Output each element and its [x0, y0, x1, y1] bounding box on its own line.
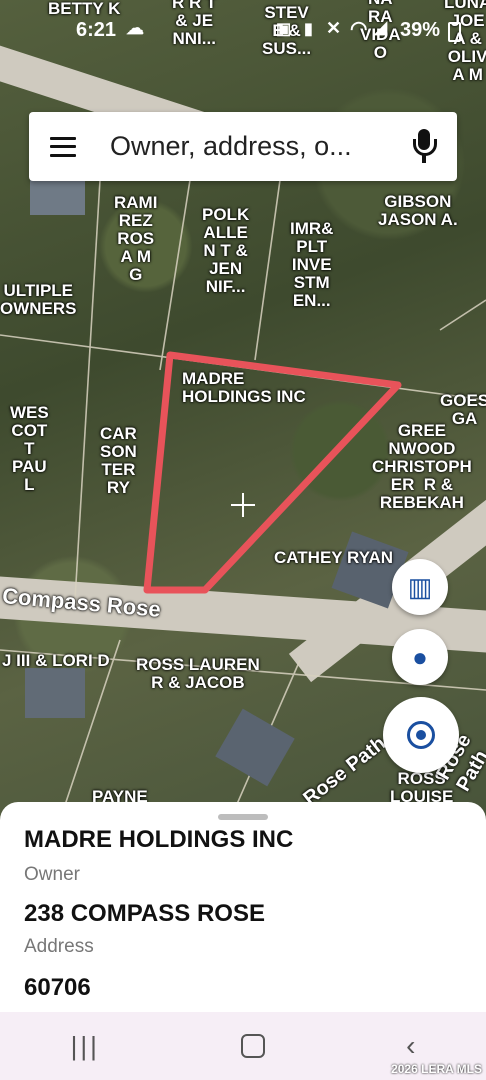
battery-percent: 39% [400, 19, 441, 41]
home-button[interactable] [240, 1034, 265, 1058]
location-pin-button[interactable]: ● [392, 629, 448, 685]
notification-icon: ☁ [126, 18, 144, 38]
parcel-label: GIBSON JASON A. [378, 192, 458, 229]
microphone-icon[interactable] [409, 128, 439, 165]
parcel-label: GREE NWOOD CHRISTOPH ER R & REBEKAH [372, 421, 472, 512]
house-roof [30, 180, 85, 215]
status-bar: 6:21 ☁ ▣ ▮ ✕ ◠ ◢ 39% [0, 0, 486, 60]
signal-icon: ◢ [374, 18, 388, 37]
parcel-label: IMR& PLT INVE STM EN... [290, 219, 334, 310]
parcel-label: ULTIPLE OWNERS [0, 281, 77, 318]
menu-icon[interactable] [50, 136, 76, 157]
recent-apps-button[interactable]: ||| [71, 1031, 100, 1062]
parcel-label: WES COT T PAU L [10, 403, 49, 494]
crosshair-icon [407, 721, 435, 749]
parcel-label: POLK ALLE N T & JEN NIF... [202, 205, 250, 296]
parcel-label: CAR SON TER RY [100, 424, 137, 497]
parcel-info-sheet[interactable]: MADRE HOLDINGS INC Owner 238 COMPASS ROS… [0, 802, 486, 1012]
watermark: 2026 LERA MLS [391, 1062, 482, 1076]
status-time: 6:21 [76, 19, 117, 41]
search-input[interactable]: Owner, address, o... [110, 131, 409, 162]
owner-value: MADRE HOLDINGS INC [24, 826, 294, 853]
parcel-label: CATHEY RYAN [274, 548, 394, 567]
address-label: Address [24, 936, 94, 957]
search-bar[interactable]: Owner, address, o... [29, 112, 457, 181]
my-location-button[interactable] [383, 697, 459, 773]
drag-handle[interactable] [218, 814, 268, 820]
house-roof [25, 668, 85, 718]
parcel-label: MADRE HOLDINGS INC [182, 369, 306, 406]
lock-icon: ▮ [304, 21, 313, 38]
location-pin-icon: ● [412, 641, 428, 672]
parcel-label: ROSS LAUREN R & JACOB [136, 655, 260, 692]
parcel-id: 60706 [24, 974, 91, 1001]
map-layers-button[interactable]: ▥ [392, 559, 448, 615]
battery-icon [448, 22, 461, 42]
parcel-label: RAMI REZ ROS A M G [114, 193, 158, 284]
map-icon: ▥ [407, 571, 433, 602]
address-value: 238 COMPASS ROSE [24, 900, 265, 927]
wifi-icon: ◠ [350, 18, 368, 40]
parcel-label: J III & LORI D [2, 651, 110, 670]
owner-label: Owner [24, 864, 80, 885]
cast-icon: ▣ [276, 21, 292, 38]
back-button[interactable]: ‹ [406, 1030, 415, 1062]
mute-icon: ✕ [326, 18, 342, 38]
